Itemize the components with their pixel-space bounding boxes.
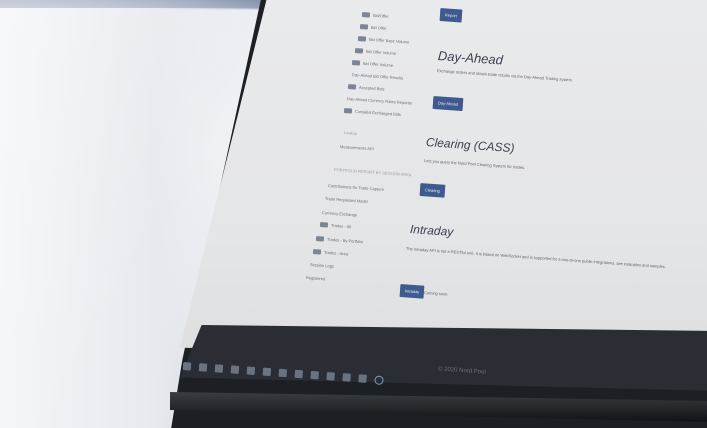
app-icon[interactable]	[342, 373, 351, 382]
edge-icon[interactable]	[374, 375, 384, 386]
day-ahead-button[interactable]: Day-Ahead	[432, 96, 464, 112]
app-icon[interactable]	[278, 368, 288, 378]
report-button[interactable]: Report	[439, 8, 463, 23]
search-icon[interactable]	[198, 363, 208, 372]
sidebar-group-label: Lookup	[343, 130, 358, 136]
app-icon[interactable]	[246, 366, 256, 376]
window-icon[interactable]	[182, 362, 192, 371]
sidebar-item-label: Bid/Offer	[372, 12, 389, 19]
app-icon[interactable]	[326, 372, 335, 381]
clearing-button[interactable]: Clearing	[419, 183, 446, 198]
app-icon[interactable]	[230, 365, 240, 374]
task-icon[interactable]	[214, 364, 224, 373]
sidebar-item-label: Trades - Area	[323, 249, 349, 257]
app-icon[interactable]	[262, 367, 272, 377]
sidebar-item-label: Trades - All	[330, 222, 352, 230]
app-icon[interactable]	[358, 374, 367, 383]
app-icon[interactable]	[310, 370, 319, 380]
sidebar-item-label: Accepted Bids	[358, 84, 385, 92]
monitor	[160, 0, 707, 428]
sidebar-item-label: Bid Offer	[370, 24, 387, 31]
section-heading: Intraday	[409, 222, 454, 240]
intraday-button[interactable]: Intraday	[399, 284, 425, 299]
app-icon[interactable]	[294, 369, 304, 379]
